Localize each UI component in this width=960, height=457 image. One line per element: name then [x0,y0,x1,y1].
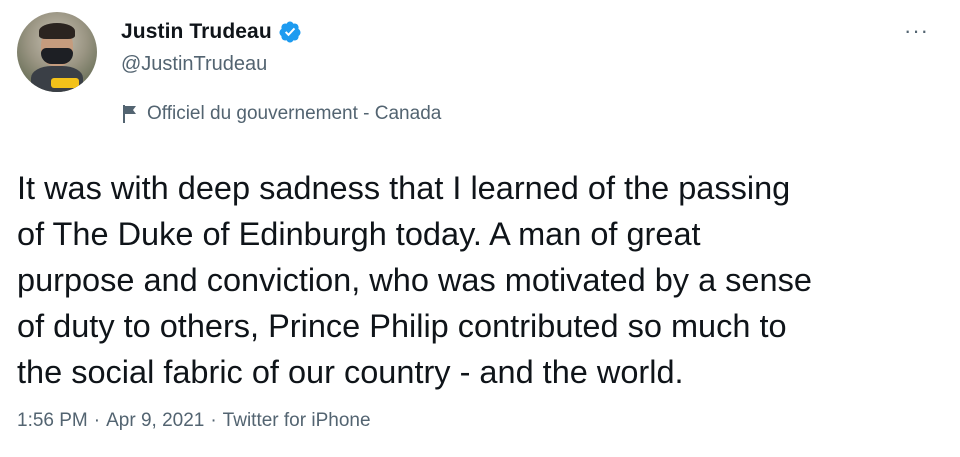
name-row: Justin Trudeau [121,19,302,45]
avatar-mask [41,48,73,64]
tweet-source: Twitter for iPhone [222,410,371,431]
tweet-metadata: 1:56 PM · Apr 9, 2021 · Twitter for iPho… [17,410,371,432]
tweet-header: Justin Trudeau @JustinTrudeau Officiel d… [17,12,943,142]
avatar-badge [51,78,79,88]
author-handle[interactable]: @JustinTrudeau [121,53,302,76]
tweet-card: Justin Trudeau @JustinTrudeau Officiel d… [0,0,960,457]
tweet-time[interactable]: 1:56 PM [17,410,88,432]
avatar[interactable] [17,12,97,92]
display-name[interactable]: Justin Trudeau [121,20,272,44]
verified-badge-icon [278,20,302,44]
tweet-text: It was with deep sadness that I learned … [17,170,812,390]
tweet-date[interactable]: Apr 9, 2021 [106,410,204,432]
separator-dot: · [93,410,101,431]
more-options-icon[interactable]: ··· [904,20,929,42]
government-label[interactable]: Officiel du gouvernement - Canada [121,103,441,125]
avatar-hair [39,23,75,39]
separator-dot: · [210,410,217,431]
author-info: Justin Trudeau @JustinTrudeau [121,19,302,76]
flag-icon [121,104,139,124]
government-label-text: Officiel du gouvernement - Canada [147,103,442,124]
